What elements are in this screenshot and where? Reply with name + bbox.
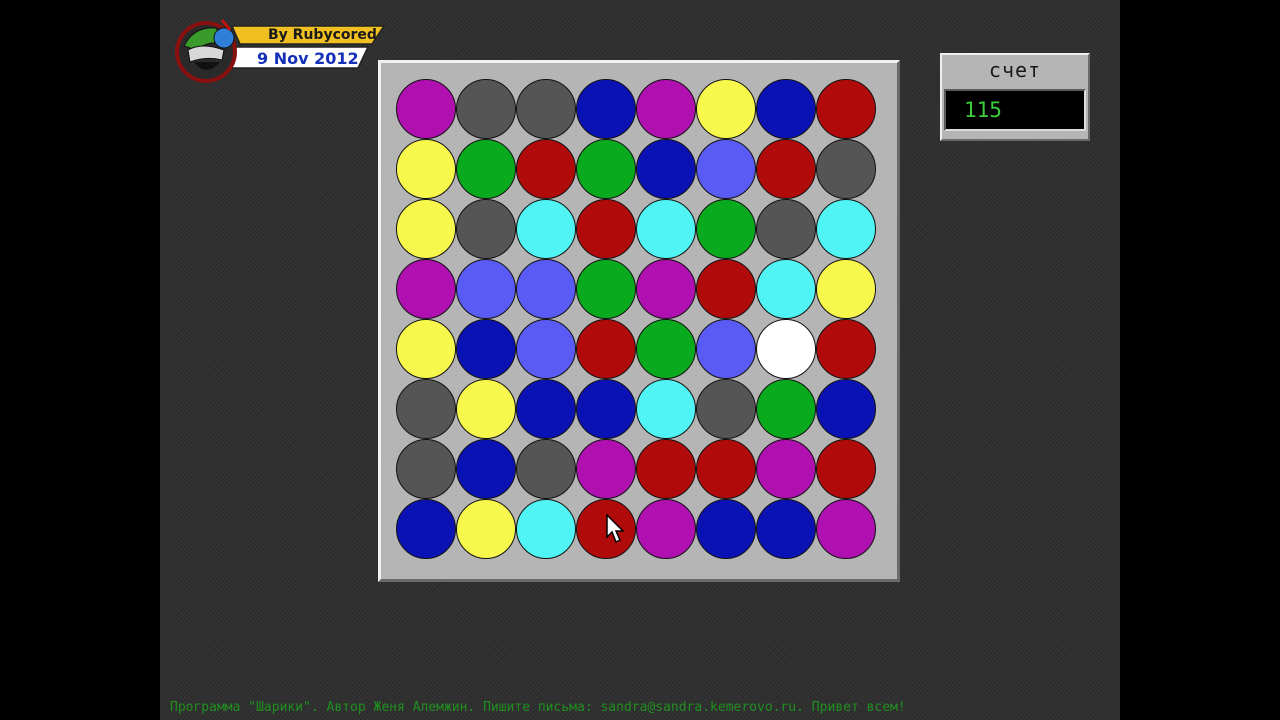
ball-green[interactable]	[636, 319, 696, 379]
ball-magenta[interactable]	[636, 79, 696, 139]
ball-yellow[interactable]	[456, 499, 516, 559]
ball-cyan[interactable]	[636, 379, 696, 439]
ball-yellow[interactable]	[696, 79, 756, 139]
ball-yellow[interactable]	[816, 259, 876, 319]
ball-blue[interactable]	[696, 499, 756, 559]
ball-red[interactable]	[636, 439, 696, 499]
ball-green[interactable]	[576, 139, 636, 199]
ball-yellow[interactable]	[396, 319, 456, 379]
score-label: счет	[988, 58, 1042, 82]
ball-red[interactable]	[816, 319, 876, 379]
score-panel: счет 115	[940, 53, 1090, 141]
ball-green[interactable]	[576, 259, 636, 319]
ball-red[interactable]	[816, 439, 876, 499]
ball-green[interactable]	[456, 139, 516, 199]
ball-blue[interactable]	[636, 139, 696, 199]
score-value: 115	[964, 98, 1002, 122]
game-screen: By Rubycored 9 Nov 2012 счет 115 Програм…	[160, 0, 1120, 720]
ball-yellow[interactable]	[456, 379, 516, 439]
ball-red[interactable]	[576, 199, 636, 259]
ball-magenta[interactable]	[396, 259, 456, 319]
ball-blue[interactable]	[576, 379, 636, 439]
ball-blue[interactable]	[576, 79, 636, 139]
ball-periwinkle[interactable]	[456, 259, 516, 319]
ball-green[interactable]	[756, 379, 816, 439]
ball-gray[interactable]	[756, 199, 816, 259]
game-board	[378, 60, 900, 582]
ball-gray[interactable]	[456, 79, 516, 139]
ball-gray[interactable]	[816, 139, 876, 199]
ball-blue[interactable]	[456, 319, 516, 379]
ball-magenta[interactable]	[636, 259, 696, 319]
ball-cyan[interactable]	[816, 199, 876, 259]
ball-blue[interactable]	[756, 79, 816, 139]
ball-gray[interactable]	[696, 379, 756, 439]
ball-red[interactable]	[576, 319, 636, 379]
ball-cyan[interactable]	[756, 259, 816, 319]
ball-red[interactable]	[516, 139, 576, 199]
ball-red[interactable]	[816, 79, 876, 139]
ball-gray[interactable]	[396, 379, 456, 439]
ball-blue[interactable]	[396, 499, 456, 559]
score-display: 115	[944, 89, 1086, 131]
logo-date-text: 9 Nov 2012	[257, 49, 359, 68]
ball-red[interactable]	[696, 439, 756, 499]
ball-cyan[interactable]	[636, 199, 696, 259]
ball-gray[interactable]	[516, 439, 576, 499]
ball-gray[interactable]	[516, 79, 576, 139]
ball-periwinkle[interactable]	[696, 319, 756, 379]
ball-white[interactable]	[756, 319, 816, 379]
mouse-pointer-icon	[606, 514, 625, 544]
ball-gray[interactable]	[396, 439, 456, 499]
ball-green[interactable]	[696, 199, 756, 259]
ball-periwinkle[interactable]	[516, 259, 576, 319]
ball-red[interactable]	[756, 139, 816, 199]
ball-red[interactable]	[696, 259, 756, 319]
ball-grid	[396, 79, 880, 563]
ball-periwinkle[interactable]	[696, 139, 756, 199]
ball-yellow[interactable]	[396, 139, 456, 199]
logo-author-text: By Rubycored	[268, 27, 377, 43]
ball-blue[interactable]	[516, 379, 576, 439]
ball-magenta[interactable]	[396, 79, 456, 139]
ball-magenta[interactable]	[816, 499, 876, 559]
ball-magenta[interactable]	[756, 439, 816, 499]
ball-blue[interactable]	[456, 439, 516, 499]
ball-cyan[interactable]	[516, 499, 576, 559]
ball-gray[interactable]	[456, 199, 516, 259]
logo-badge: By Rubycored 9 Nov 2012	[172, 16, 396, 88]
ball-blue[interactable]	[756, 499, 816, 559]
ball-magenta[interactable]	[576, 439, 636, 499]
ball-blue[interactable]	[816, 379, 876, 439]
ball-cyan[interactable]	[516, 199, 576, 259]
ball-magenta[interactable]	[636, 499, 696, 559]
footer-credits: Программа "Шарики". Автор Женя Алемжин. …	[170, 700, 906, 715]
ball-periwinkle[interactable]	[516, 319, 576, 379]
ball-yellow[interactable]	[396, 199, 456, 259]
